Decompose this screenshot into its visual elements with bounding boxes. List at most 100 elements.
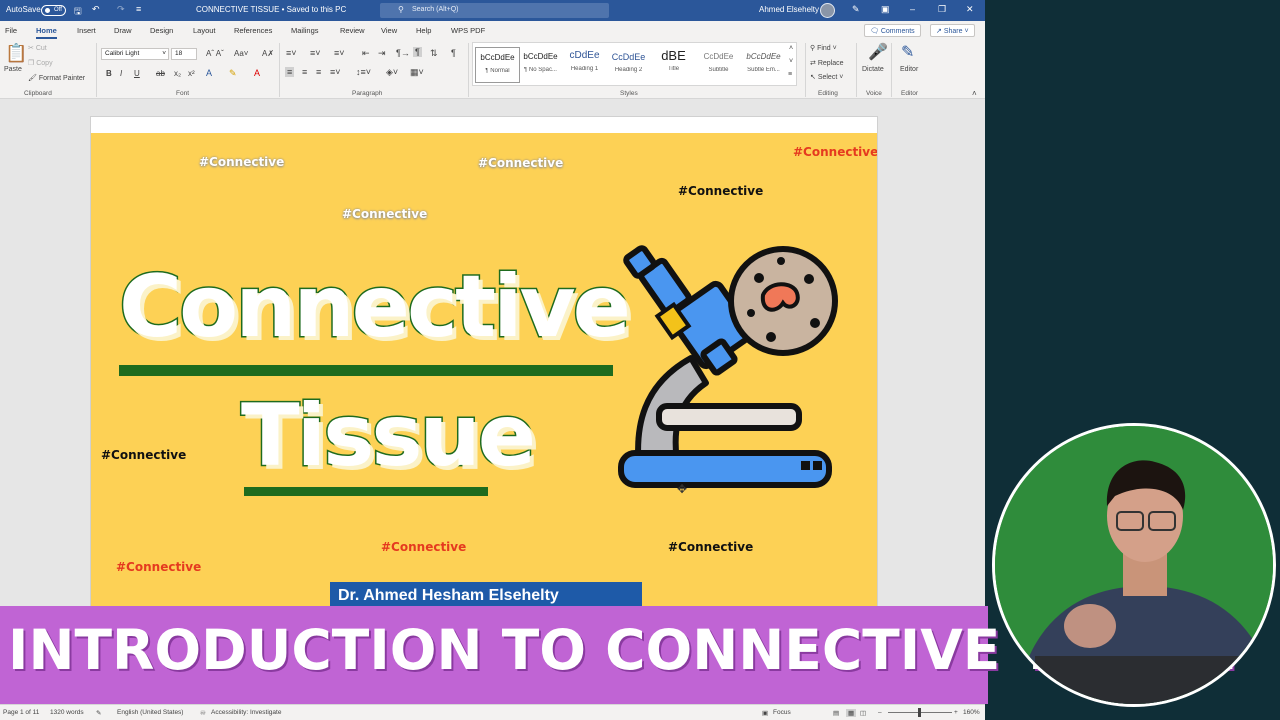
replace-button[interactable]: ⇄ Replace — [810, 59, 844, 67]
style-subtle-emphasis[interactable]: bCcDdEe Subtle Em... — [741, 47, 786, 83]
editor-label[interactable]: Editor — [900, 66, 918, 73]
align-right-icon[interactable]: ≡ — [316, 67, 321, 77]
microphone-icon[interactable]: 🎤 — [868, 42, 888, 62]
rtl-icon[interactable]: ¶ — [413, 47, 422, 57]
style-title[interactable]: dBE Title — [651, 47, 696, 83]
minimize-icon[interactable]: – — [910, 4, 915, 14]
language[interactable]: English (United States) — [117, 709, 183, 716]
superscript-icon[interactable]: x² — [188, 69, 195, 78]
page-count[interactable]: Page 1 of 11 — [3, 709, 39, 716]
find-button[interactable]: ⚲ Find ˅ — [810, 44, 837, 52]
accessibility-status[interactable]: Accessibility: Investigate — [211, 709, 281, 716]
pen-icon[interactable]: ✎ — [852, 4, 860, 15]
avatar[interactable] — [820, 3, 835, 18]
share-button[interactable]: ↗ Share ˅ — [930, 24, 975, 37]
font-size-value: 18 — [175, 50, 183, 57]
print-layout-icon[interactable]: ▦ — [846, 709, 857, 717]
underline-icon[interactable]: U — [134, 69, 140, 78]
search-box[interactable]: ⚲ Search (Alt+Q) — [380, 3, 609, 18]
customize-toolbar-icon[interactable]: ≡ — [136, 4, 141, 14]
tab-file[interactable]: File — [5, 26, 17, 35]
editor-icon[interactable]: ✎ — [901, 42, 914, 62]
focus-icon[interactable]: ▣ — [762, 709, 768, 717]
dictate-label[interactable]: Dictate — [862, 66, 884, 73]
zoom-level[interactable]: 160% — [963, 709, 980, 716]
copy-button[interactable]: ❐ Copy — [28, 59, 53, 67]
divider — [279, 43, 280, 97]
more-styles-icon[interactable]: ≡ — [788, 71, 792, 78]
undo-icon[interactable]: ↶ — [92, 4, 100, 15]
increase-indent-icon[interactable]: ⇥ — [378, 48, 386, 59]
collapse-ribbon-icon[interactable]: ˄ — [972, 89, 977, 98]
proofing-icon[interactable]: ✎ — [96, 709, 101, 717]
tab-layout[interactable]: Layout — [193, 26, 216, 35]
bullets-icon[interactable]: ≡˅ — [286, 48, 297, 58]
align-left-icon[interactable]: ≡ — [285, 67, 295, 77]
tab-home[interactable]: Home — [36, 26, 57, 39]
word-count[interactable]: 1320 words — [50, 709, 84, 716]
comments-button[interactable]: 🗨 Comments — [864, 24, 921, 37]
restore-icon[interactable]: ❐ — [938, 4, 946, 15]
save-icon[interactable]: 🖫 — [74, 4, 82, 20]
tab-review[interactable]: Review — [340, 26, 365, 35]
style-no-spacing[interactable]: bCcDdEe ¶ No Spac... — [518, 47, 563, 83]
ribbon-display-icon[interactable]: ▣ — [881, 4, 890, 15]
tab-wps-pdf[interactable]: WPS PDF — [451, 26, 485, 35]
style-normal[interactable]: bCcDdEe ¶ Normal — [475, 47, 520, 83]
autosave-toggle[interactable]: Off — [41, 5, 66, 16]
multilevel-icon[interactable]: ≡˅ — [334, 48, 345, 58]
strikethrough-icon[interactable]: ab — [156, 69, 165, 78]
paste-icon[interactable]: 📋 — [5, 43, 27, 64]
select-button[interactable]: ↖ Select ˅ — [810, 73, 843, 81]
grow-font-icon[interactable]: Aˆ Aˇ — [206, 49, 224, 58]
zoom-out-icon[interactable]: – — [878, 709, 882, 716]
line-spacing-icon[interactable]: ↕≡˅ — [356, 67, 371, 77]
bold-icon[interactable]: B — [106, 69, 112, 78]
pilcrow-icon[interactable]: ¶ — [451, 48, 456, 58]
font-family-select[interactable]: Calibri Light ˅ — [101, 48, 169, 60]
style-heading-1[interactable]: cDdEe Heading 1 — [562, 47, 607, 83]
document-title: CONNECTIVE TISSUE • Saved to this PC — [196, 5, 347, 14]
subscript-icon[interactable]: x₂ — [174, 69, 181, 78]
cut-button[interactable]: ✂ Cut — [28, 44, 47, 52]
style-heading-2[interactable]: CcDdEe Heading 2 — [606, 47, 651, 83]
justify-icon[interactable]: ≡˅ — [330, 67, 341, 77]
accessibility-icon[interactable]: ♾ — [200, 709, 206, 717]
zoom-slider-thumb[interactable] — [918, 708, 921, 717]
divider — [468, 43, 469, 97]
tab-view[interactable]: View — [381, 26, 397, 35]
tab-draw[interactable]: Draw — [114, 26, 132, 35]
tab-design[interactable]: Design — [150, 26, 173, 35]
tab-help[interactable]: Help — [416, 26, 431, 35]
style-subtitle[interactable]: CcDdEe Subtitle — [696, 47, 741, 83]
format-painter-button[interactable]: 🖌 Format Painter — [28, 74, 85, 82]
clear-format-icon[interactable]: A✗ — [262, 49, 274, 58]
align-center-icon[interactable]: ≡ — [302, 67, 307, 77]
shading-icon[interactable]: ◈˅ — [386, 67, 398, 78]
tab-insert[interactable]: Insert — [77, 26, 96, 35]
redo-icon[interactable]: ↷ — [117, 4, 125, 15]
font-color-icon[interactable]: A — [254, 68, 260, 78]
text-effects-icon[interactable]: A — [206, 68, 212, 78]
share-label: Share — [943, 28, 963, 35]
zoom-in-icon[interactable]: + — [954, 709, 958, 716]
close-icon[interactable]: ✕ — [966, 4, 974, 15]
web-layout-icon[interactable]: ◫ — [860, 709, 866, 717]
borders-icon[interactable]: ▦˅ — [410, 67, 424, 78]
focus-label[interactable]: Focus — [773, 709, 791, 716]
scroll-up-icon[interactable]: ˄ — [789, 45, 793, 52]
change-case-icon[interactable]: Aa˅ — [234, 49, 248, 58]
tab-mailings[interactable]: Mailings — [291, 26, 319, 35]
read-mode-icon[interactable]: ▤ — [833, 709, 839, 717]
autosave-label: AutoSave — [6, 5, 41, 14]
sort-icon[interactable]: ⇅ — [430, 48, 438, 59]
decrease-indent-icon[interactable]: ⇤ — [362, 48, 370, 59]
paste-label[interactable]: Paste — [4, 66, 22, 73]
scroll-down-icon[interactable]: ˅ — [789, 58, 793, 65]
text-direction-icon[interactable]: ¶→ — [396, 48, 410, 58]
italic-icon[interactable]: I — [120, 69, 122, 78]
numbering-icon[interactable]: ≡˅ — [310, 48, 321, 58]
tab-references[interactable]: References — [234, 26, 272, 35]
font-size-select[interactable]: 18 — [171, 48, 197, 60]
highlight-icon[interactable]: ✎ — [229, 68, 237, 79]
